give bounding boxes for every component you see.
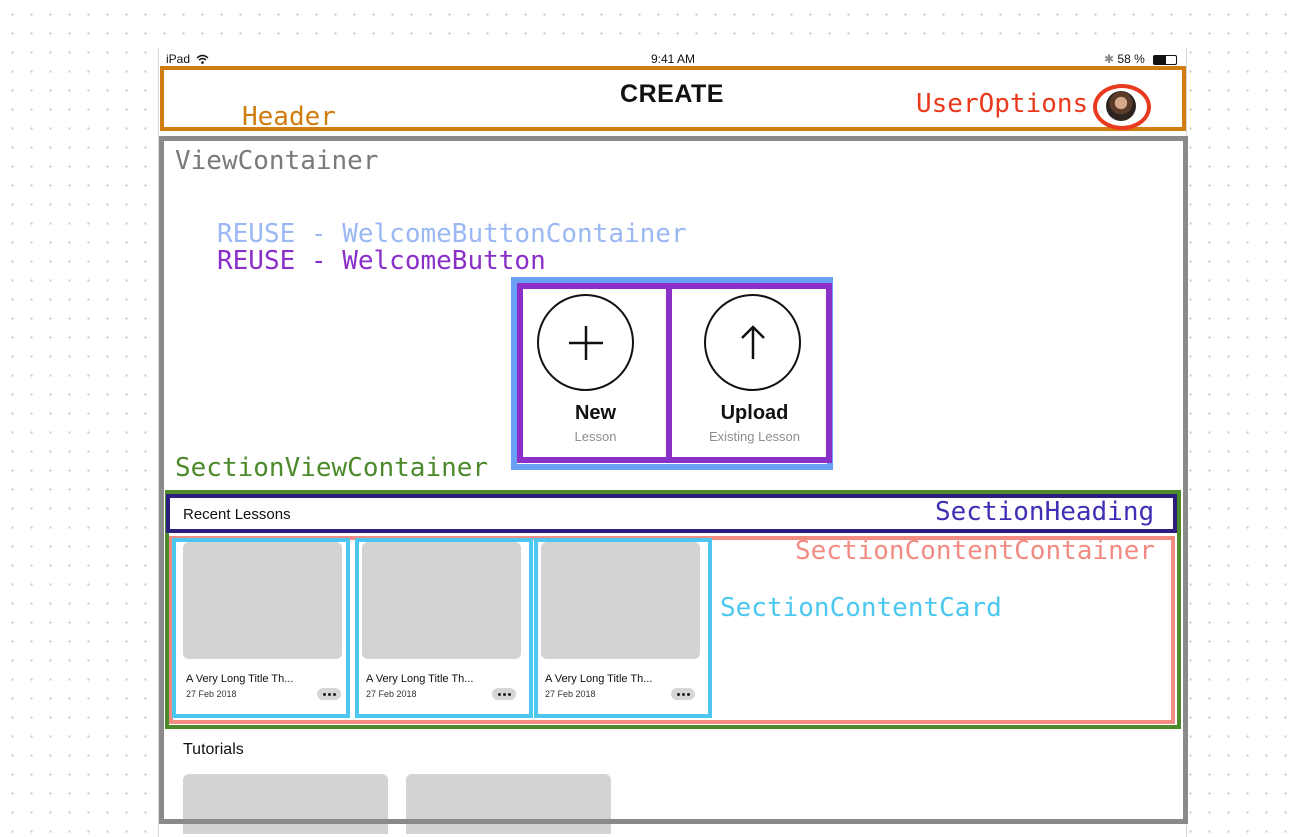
battery-percent: 58 % [1117, 52, 1145, 66]
wifi-icon [196, 54, 209, 64]
more-options-icon[interactable] [671, 688, 695, 700]
lesson-thumbnail [362, 542, 521, 659]
upload-lesson-button[interactable]: Upload Existing Lesson [666, 283, 832, 463]
lesson-title: A Very Long Title Th... [545, 673, 653, 685]
annotation-header: Header [242, 102, 336, 132]
status-battery: ✱ 58 % [1104, 52, 1145, 66]
lesson-title: A Very Long Title Th... [366, 673, 474, 685]
annotation-section-content-card: SectionContentCard [720, 593, 1002, 623]
annotation-user-options: UserOptions [916, 89, 1089, 119]
bluetooth-icon: ✱ [1104, 52, 1115, 66]
more-options-icon[interactable] [317, 688, 341, 700]
lesson-date: 27 Feb 2018 [545, 689, 596, 699]
tutorials-heading: Tutorials [183, 741, 244, 758]
lesson-date: 27 Feb 2018 [366, 689, 417, 699]
annotation-section-view-container: SectionViewContainer [175, 453, 489, 483]
annotation-welcome-button-container: REUSE - WelcomeButtonContainer [217, 219, 687, 249]
new-button-title: New [574, 402, 617, 424]
annotation-section-heading: SectionHeading [935, 497, 1155, 527]
annotation-welcome-button: REUSE - WelcomeButton [217, 246, 546, 276]
upload-button-title: Upload [720, 402, 789, 424]
lesson-title: A Very Long Title Th... [186, 673, 294, 685]
annotation-section-content-container: SectionContentContainer [795, 536, 1156, 566]
more-options-icon[interactable] [492, 688, 516, 700]
lesson-thumbnail [541, 542, 700, 659]
new-lesson-button[interactable]: New Lesson [517, 283, 674, 463]
upload-button-subtitle: Existing Lesson [708, 429, 801, 444]
device-name: iPad [166, 52, 191, 66]
status-device: iPad [166, 52, 209, 66]
annotation-view-container: ViewContainer [175, 146, 379, 176]
lesson-card[interactable]: A Very Long Title Th... 27 Feb 2018 [534, 538, 712, 718]
page-title: CREATE [620, 80, 724, 108]
view-container-bottom-edge [159, 819, 1188, 824]
tutorial-card[interactable] [183, 774, 388, 834]
section-heading-label: Recent Lessons [183, 506, 291, 523]
avatar[interactable] [1106, 91, 1136, 121]
plus-icon [537, 294, 634, 391]
lesson-thumbnail [183, 542, 342, 659]
tutorial-card[interactable] [406, 774, 611, 834]
status-time: 9:41 AM [650, 52, 696, 66]
arrow-up-icon [704, 294, 801, 391]
lesson-card[interactable]: A Very Long Title Th... 27 Feb 2018 [172, 538, 350, 718]
battery-icon [1153, 55, 1177, 65]
lesson-date: 27 Feb 2018 [186, 689, 237, 699]
new-button-subtitle: Lesson [574, 429, 617, 444]
lesson-card[interactable]: A Very Long Title Th... 27 Feb 2018 [355, 538, 533, 718]
